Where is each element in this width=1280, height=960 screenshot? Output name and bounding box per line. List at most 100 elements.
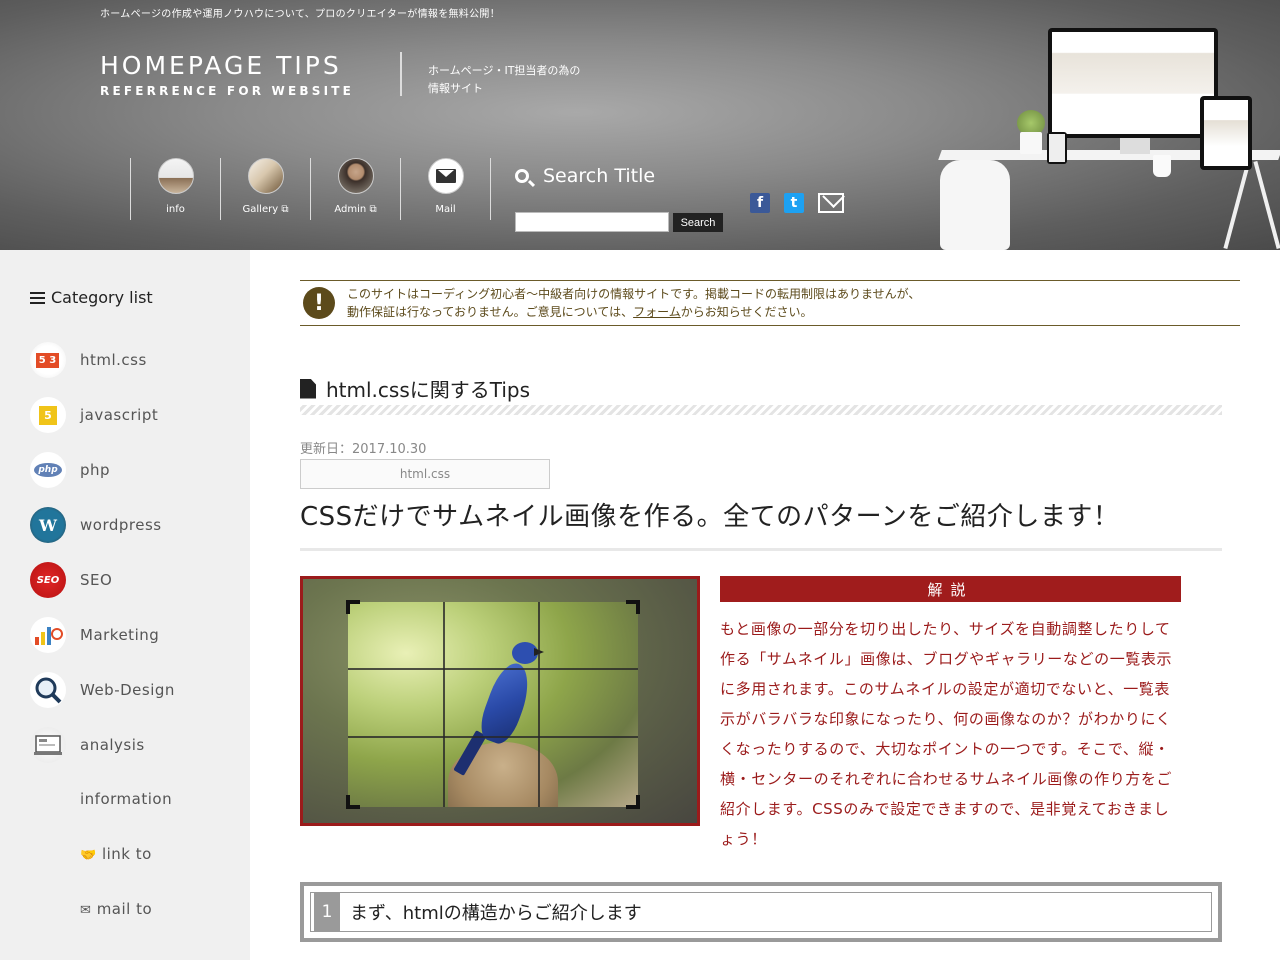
sidebar-item-php[interactable]: php php — [30, 452, 110, 488]
crop-corner-icon — [626, 795, 640, 809]
nav-item-info[interactable]: info — [131, 158, 221, 220]
nav-label-gallery: Gallery ⧉ — [242, 204, 289, 215]
subheading-inner: 1 まず、htmlの構造からご紹介します — [310, 892, 1212, 932]
sidebar-item-web-design[interactable]: Web-Design — [30, 672, 175, 708]
sidebar-item-marketing[interactable]: Marketing — [30, 617, 159, 653]
crop-grid-line — [538, 602, 540, 807]
decorative-monitor — [1048, 28, 1218, 138]
sidebar-item-analysis[interactable]: analysis — [30, 727, 145, 763]
section-heading-text: html.cssに関するTips — [326, 378, 531, 402]
article-thumbnail — [300, 576, 700, 826]
sidebar-item-label: link to — [101, 845, 152, 863]
crop-corner-icon — [626, 600, 640, 614]
handshake-icon: 🤝 — [80, 848, 97, 863]
list-icon — [30, 291, 45, 304]
info-thumbnail-icon — [157, 158, 194, 194]
sidebar-item-label: Web-Design — [80, 681, 175, 699]
sidebar-item-seo[interactable]: SEO SEO — [30, 562, 112, 598]
subheading-number: 1 — [314, 892, 340, 932]
thumbnail-crop-area — [348, 602, 638, 807]
decorative-pot — [1020, 132, 1042, 154]
category-list-title-text: Category list — [51, 288, 153, 307]
search-title-text: Search Title — [543, 165, 656, 187]
html5-css3-icon: 5 3 — [30, 342, 66, 378]
decorative-phone — [1047, 132, 1067, 164]
explanation-text: もと画像の一部分を切り出したり、サイズを自動調整したりして作る「サムネイル」画像… — [720, 620, 1173, 848]
sidebar-item-label: wordpress — [80, 516, 162, 534]
seo-icon: SEO — [30, 562, 66, 598]
logo-divider — [400, 52, 402, 96]
analysis-icon — [30, 727, 66, 763]
nav-item-admin[interactable]: Admin ⧉ — [311, 158, 401, 220]
article-title: CSSだけでサムネイル画像を作る。全てのパターンをご紹介します！ — [300, 502, 1120, 532]
search-button[interactable]: Search — [673, 213, 723, 232]
title-underline — [300, 548, 1222, 551]
sidebar-item-javascript[interactable]: 5 javascript — [30, 397, 158, 433]
category-list-title: Category list — [30, 288, 153, 307]
form-link[interactable]: フォーム — [633, 305, 681, 319]
decorative-desk-leg — [1253, 161, 1280, 249]
subheading-text: まず、htmlの構造からご紹介します — [350, 903, 642, 924]
decorative-tablet — [1200, 96, 1252, 170]
notice-banner: ! このサイトはコーディング初心者〜中級者向けの情報サイトです。掲載コードの転用… — [300, 280, 1240, 326]
search-icon — [515, 169, 529, 183]
sidebar-item-label: html.css — [80, 351, 147, 369]
nav-label-mail: Mail — [435, 204, 456, 215]
decorative-monitor-stand — [1120, 138, 1150, 154]
admin-avatar-icon — [337, 158, 374, 194]
explanation-heading: 解説 — [720, 576, 1181, 602]
sidebar-item-mail-to[interactable]: ✉ mail to — [80, 900, 152, 918]
notice-line1: このサイトはコーディング初心者〜中級者向けの情報サイトです。掲載コードの転用制限… — [347, 287, 921, 301]
logo-main-text: HOMEPAGE TIPS — [100, 51, 342, 80]
sidebar-item-link-to[interactable]: 🤝 link to — [80, 845, 152, 863]
site-logo[interactable]: HOMEPAGE TIPS REFERRENCE FOR WEBSITE — [100, 51, 355, 99]
sidebar-item-label: analysis — [80, 736, 145, 754]
exclamation-icon: ! — [303, 287, 335, 319]
section-heading: html.cssに関するTips — [300, 374, 530, 403]
sidebar: Category list 5 3 html.css 5 javascript … — [0, 250, 250, 960]
category-tag[interactable]: html.css — [300, 459, 550, 489]
crop-corner-icon — [346, 600, 360, 614]
php-icon: php — [30, 452, 66, 488]
sidebar-item-label: javascript — [80, 406, 159, 424]
sidebar-item-html-css[interactable]: 5 3 html.css — [30, 342, 147, 378]
sidebar-item-wordpress[interactable]: W wordpress — [30, 507, 162, 543]
sidebar-item-label: mail to — [96, 900, 153, 918]
facebook-icon[interactable]: f — [750, 193, 770, 213]
js-icon: 5 — [30, 397, 66, 433]
section-divider — [300, 405, 1222, 415]
document-icon — [300, 378, 316, 399]
updated-date: 更新日：2017.10.30 — [300, 442, 427, 457]
decorative-cup — [1153, 155, 1171, 177]
nav-label-info: info — [166, 204, 185, 215]
mail-icon — [427, 158, 464, 194]
site-description: ホームページ・IT担当者の為の 情報サイト — [428, 62, 580, 98]
wordpress-icon: W — [30, 507, 66, 543]
site-description-line2: 情報サイト — [428, 82, 483, 95]
nav-item-gallery[interactable]: Gallery ⧉ — [221, 158, 311, 220]
envelope-icon: ✉ — [80, 903, 92, 918]
sidebar-item-label: Marketing — [80, 626, 160, 644]
marketing-icon — [30, 617, 66, 653]
header-nav: info Gallery ⧉ Admin ⧉ Mail — [130, 158, 491, 220]
nav-item-mail[interactable]: Mail — [401, 158, 491, 220]
mail-share-icon[interactable] — [818, 193, 844, 213]
crop-grid-line — [348, 736, 638, 738]
site-header: ホームページの作成や運用ノウハウについて、プロのクリエイターが情報を無料公開！ … — [0, 0, 1280, 250]
decorative-desk-leg — [1223, 161, 1251, 249]
nav-label-admin: Admin ⧉ — [334, 204, 377, 215]
social-links: f t — [750, 193, 844, 213]
sidebar-item-information[interactable]: information — [80, 790, 172, 808]
search-input[interactable] — [515, 212, 669, 232]
crop-corner-icon — [346, 795, 360, 809]
web-design-icon — [30, 672, 66, 708]
gallery-thumbnail-icon — [247, 158, 284, 194]
sidebar-item-label: php — [80, 461, 111, 479]
site-tagline: ホームページの作成や運用ノウハウについて、プロのクリエイターが情報を無料公開！ — [100, 9, 500, 20]
subheading-box: 1 まず、htmlの構造からご紹介します — [300, 882, 1222, 942]
twitter-icon[interactable]: t — [784, 193, 804, 213]
decorative-chair — [940, 160, 1010, 250]
site-description-line1: ホームページ・IT担当者の為の — [428, 64, 581, 77]
logo-sub-text: REFERRENCE FOR WEBSITE — [100, 84, 355, 98]
notice-line2: 動作保証は行なっておりません。ご意見については、フォームからお知らせください。 — [347, 305, 813, 319]
